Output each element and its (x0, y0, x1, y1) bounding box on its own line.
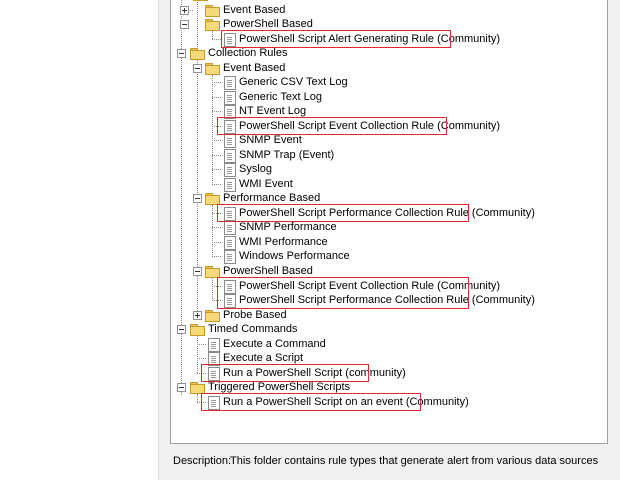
tree-item-windows-performance[interactable]: Windows Performance (171, 249, 471, 264)
tree-item-label: WMI Event (239, 178, 293, 190)
collapse-icon[interactable] (177, 383, 186, 392)
tree-item-label: Generic CSV Text Log (239, 76, 348, 88)
tree-item-snmp-event[interactable]: SNMP Event (171, 133, 471, 148)
tree-item-label: SNMP Trap (Event) (239, 149, 335, 161)
rule-document-icon (224, 236, 236, 250)
tree-item-label: Event Based (223, 62, 286, 74)
open-folder-icon (190, 48, 205, 60)
tree-item-label: Syslog (239, 163, 273, 175)
description-label: Description: (173, 455, 232, 467)
tree-item-label: Collection Rules (208, 47, 288, 59)
tree-item-wmi-performance[interactable]: WMI Performance (171, 235, 471, 250)
rule-document-icon (208, 338, 220, 352)
tree-item-timed-commands[interactable]: Timed Commands (171, 322, 471, 337)
tree-item-label: SNMP Event (239, 134, 302, 146)
collapse-icon[interactable] (177, 49, 186, 58)
collapse-icon[interactable] (193, 194, 202, 203)
tree-item-label: Windows Performance (239, 250, 350, 262)
folder-icon (205, 5, 220, 17)
folder-icon (205, 310, 220, 322)
open-folder-icon (190, 324, 205, 336)
tree-item-label: Timed Commands (208, 323, 298, 335)
annotation-highlight-box (217, 117, 447, 135)
annotation-highlight-box (217, 277, 469, 309)
tree-item-collection-event-based[interactable]: Event Based (171, 61, 471, 76)
collapse-icon[interactable] (193, 267, 202, 276)
tree-item-snmp-performance[interactable]: SNMP Performance (171, 220, 471, 235)
annotation-highlight-box (221, 30, 451, 48)
collapse-icon[interactable] (177, 325, 186, 334)
tree-item-probe-based[interactable]: Probe Based (171, 308, 471, 323)
expand-icon[interactable] (180, 6, 189, 15)
tree-item-generic-csv-text-log[interactable]: Generic CSV Text Log (171, 75, 471, 90)
tree-item-generic-text-log[interactable]: Generic Text Log (171, 90, 471, 105)
annotation-highlight-box (217, 204, 469, 222)
description-text: This folder contains rule types that gen… (230, 455, 599, 467)
open-folder-icon (205, 266, 220, 278)
tree-item-label: Generic Text Log (239, 91, 322, 103)
rule-document-icon (224, 178, 236, 192)
collapse-icon[interactable] (193, 64, 202, 73)
collapse-icon[interactable] (180, 20, 189, 29)
tree-item-label: Probe Based (223, 309, 287, 321)
rule-document-icon (224, 163, 236, 177)
tree-item-collection-rules[interactable]: Collection Rules (171, 46, 471, 61)
open-folder-icon (190, 382, 205, 394)
open-folder-icon (205, 19, 220, 31)
tree-item-label: Event Based (223, 4, 286, 16)
rule-document-icon (224, 91, 236, 105)
tree-item-syslog[interactable]: Syslog (171, 162, 471, 177)
rule-type-tree[interactable]: Event Based PowerShell Based PowerShell … (170, 0, 608, 444)
expand-icon[interactable] (193, 311, 202, 320)
rule-document-icon (224, 76, 236, 90)
rule-document-icon (224, 134, 236, 148)
tree-item-label: Execute a Command (223, 338, 326, 350)
rule-document-icon (224, 250, 236, 264)
tree-item-label: SNMP Performance (239, 221, 337, 233)
open-folder-icon (205, 63, 220, 75)
rule-document-icon (224, 149, 236, 163)
annotation-highlight-box (201, 393, 421, 411)
tree-item-alert-event-based[interactable]: Event Based (171, 3, 471, 18)
annotation-highlight-box (201, 364, 369, 382)
tree-item-label: WMI Performance (239, 236, 328, 248)
tree-item-snmp-trap[interactable]: SNMP Trap (Event) (171, 148, 471, 163)
rule-document-icon (224, 221, 236, 235)
tree-item-execute-command[interactable]: Execute a Command (171, 337, 471, 352)
tree-item-wmi-event[interactable]: WMI Event (171, 177, 471, 192)
open-folder-icon (205, 193, 220, 205)
